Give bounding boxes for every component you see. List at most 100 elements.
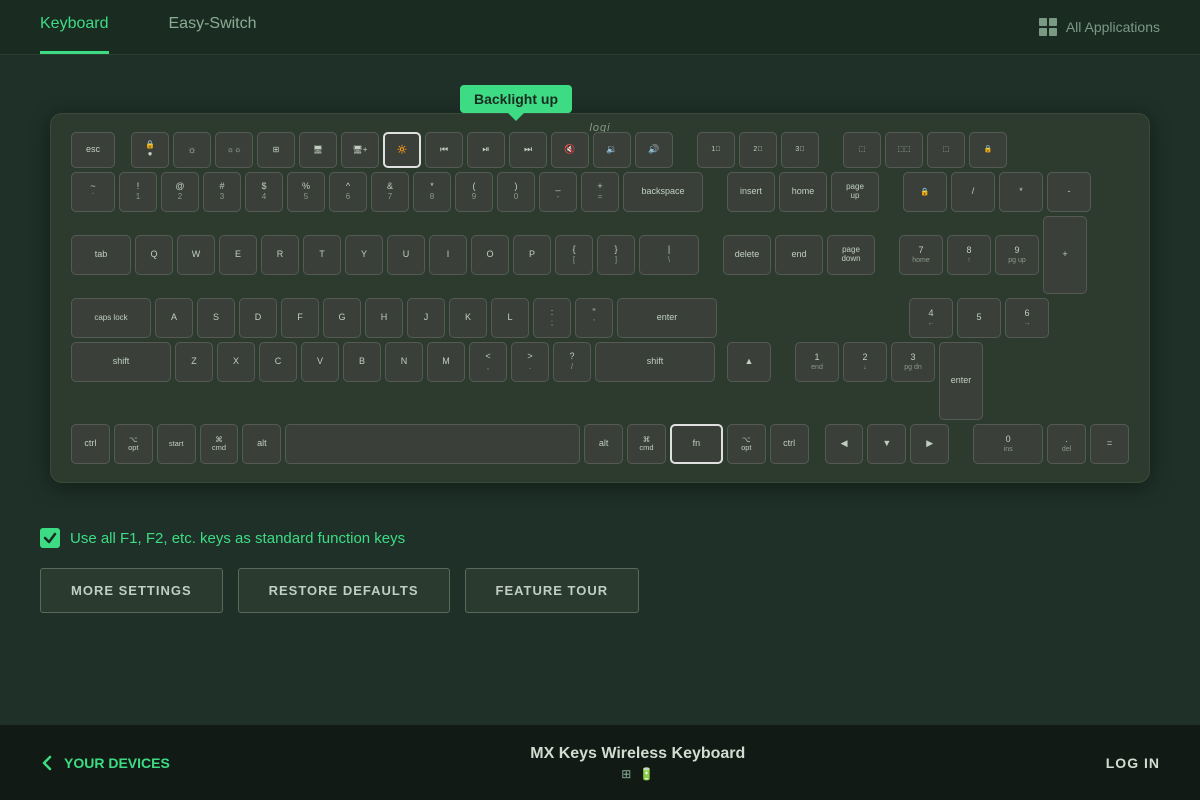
key-home[interactable]: home — [779, 172, 827, 212]
key-down[interactable]: ▼ — [867, 424, 906, 464]
key-np7[interactable]: 7home — [899, 235, 943, 275]
key-f[interactable]: F — [281, 298, 319, 338]
key-t[interactable]: T — [303, 235, 341, 275]
key-easy3[interactable]: 3⃞ — [781, 132, 819, 168]
key-x[interactable]: X — [217, 342, 255, 382]
key-npdot[interactable]: .del — [1047, 424, 1086, 464]
key-pause[interactable]: ⬚ — [927, 132, 965, 168]
key-2[interactable]: @2 — [161, 172, 199, 212]
key-tab[interactable]: tab — [71, 235, 131, 275]
key-f3[interactable]: ☼☼ — [215, 132, 253, 168]
key-np0[interactable]: 0ins — [973, 424, 1043, 464]
key-lock[interactable]: 🔒 — [969, 132, 1007, 168]
key-up[interactable]: ▲ — [727, 342, 771, 382]
tab-keyboard[interactable]: Keyboard — [40, 0, 109, 54]
key-d[interactable]: D — [239, 298, 277, 338]
key-f7[interactable]: 🔆 — [383, 132, 421, 168]
key-f8[interactable]: ⏮ — [425, 132, 463, 168]
key-equals[interactable]: += — [581, 172, 619, 212]
key-np-lock[interactable]: 🔒 — [903, 172, 947, 212]
key-np2[interactable]: 2↓ — [843, 342, 887, 382]
key-y[interactable]: Y — [345, 235, 383, 275]
tab-easyswitch[interactable]: Easy-Switch — [169, 0, 257, 54]
key-semicolon[interactable]: :; — [533, 298, 571, 338]
key-6[interactable]: ^6 — [329, 172, 367, 212]
key-f2[interactable]: ☼ — [173, 132, 211, 168]
key-period[interactable]: >. — [511, 342, 549, 382]
key-insert[interactable]: insert — [727, 172, 775, 212]
key-n[interactable]: N — [385, 342, 423, 382]
key-5[interactable]: %5 — [287, 172, 325, 212]
key-easy2[interactable]: 2⃞ — [739, 132, 777, 168]
key-np-plus[interactable]: + — [1043, 216, 1087, 294]
key-f1[interactable]: 🔒● — [131, 132, 169, 168]
key-h[interactable]: H — [365, 298, 403, 338]
key-f4[interactable]: ⊞ — [257, 132, 295, 168]
key-c[interactable]: C — [259, 342, 297, 382]
key-np9[interactable]: 9pg up — [995, 235, 1039, 275]
key-7[interactable]: &7 — [371, 172, 409, 212]
key-q[interactable]: Q — [135, 235, 173, 275]
key-i[interactable]: I — [429, 235, 467, 275]
key-e[interactable]: E — [219, 235, 257, 275]
your-devices-button[interactable]: YOUR DEVICES — [40, 755, 170, 771]
key-f10[interactable]: ⏭ — [509, 132, 547, 168]
key-rshift[interactable]: shift — [595, 342, 715, 382]
key-8[interactable]: *8 — [413, 172, 451, 212]
key-1[interactable]: !1 — [119, 172, 157, 212]
key-backspace[interactable]: backspace — [623, 172, 703, 212]
feature-tour-button[interactable]: FEATURE TOUR — [465, 568, 640, 613]
key-np-slash[interactable]: / — [951, 172, 995, 212]
key-npeq[interactable]: = — [1090, 424, 1129, 464]
key-lshift[interactable]: shift — [71, 342, 171, 382]
key-slash[interactable]: ?/ — [553, 342, 591, 382]
key-p[interactable]: P — [513, 235, 551, 275]
key-s[interactable]: S — [197, 298, 235, 338]
key-f9[interactable]: ⏯ — [467, 132, 505, 168]
key-comma[interactable]: <, — [469, 342, 507, 382]
key-lbracket[interactable]: {[ — [555, 235, 593, 275]
key-f6[interactable]: 🖥+ — [341, 132, 379, 168]
key-np6[interactable]: 6→ — [1005, 298, 1049, 338]
key-np8[interactable]: 8↑ — [947, 235, 991, 275]
all-applications-button[interactable]: All Applications — [1038, 17, 1160, 37]
key-pgdn[interactable]: pagedown — [827, 235, 875, 275]
key-left[interactable]: ◀ — [825, 424, 864, 464]
key-4[interactable]: $4 — [245, 172, 283, 212]
key-u[interactable]: U — [387, 235, 425, 275]
key-k[interactable]: K — [449, 298, 487, 338]
key-rctrl[interactable]: ctrl — [770, 424, 809, 464]
key-print[interactable]: ⬚ — [843, 132, 881, 168]
key-cmd[interactable]: ⌘cmd — [200, 424, 239, 464]
key-space[interactable] — [285, 424, 580, 464]
key-end[interactable]: end — [775, 235, 823, 275]
key-esc[interactable]: esc — [71, 132, 115, 168]
key-f12[interactable]: 🔉 — [593, 132, 631, 168]
key-0[interactable]: )0 — [497, 172, 535, 212]
key-ralt[interactable]: alt — [584, 424, 623, 464]
key-o[interactable]: O — [471, 235, 509, 275]
key-w[interactable]: W — [177, 235, 215, 275]
key-pgup[interactable]: pageup — [831, 172, 879, 212]
key-9[interactable]: (9 — [455, 172, 493, 212]
key-minus[interactable]: _- — [539, 172, 577, 212]
key-j[interactable]: J — [407, 298, 445, 338]
key-rbracket[interactable]: }] — [597, 235, 635, 275]
key-backslash[interactable]: |\ — [639, 235, 699, 275]
key-np3[interactable]: 3pg dn — [891, 342, 935, 382]
key-fn[interactable]: fn — [670, 424, 723, 464]
key-ropt[interactable]: ⌥opt — [727, 424, 766, 464]
key-a[interactable]: A — [155, 298, 193, 338]
key-enter[interactable]: enter — [617, 298, 717, 338]
key-g[interactable]: G — [323, 298, 361, 338]
key-b[interactable]: B — [343, 342, 381, 382]
more-settings-button[interactable]: MORE SETTINGS — [40, 568, 223, 613]
key-np-star[interactable]: * — [999, 172, 1043, 212]
key-opt[interactable]: ⌥opt — [114, 424, 153, 464]
key-np5[interactable]: 5 — [957, 298, 1001, 338]
key-z[interactable]: Z — [175, 342, 213, 382]
key-delete[interactable]: delete — [723, 235, 771, 275]
key-3[interactable]: #3 — [203, 172, 241, 212]
key-l[interactable]: L — [491, 298, 529, 338]
key-easy1[interactable]: 1⃞ — [697, 132, 735, 168]
